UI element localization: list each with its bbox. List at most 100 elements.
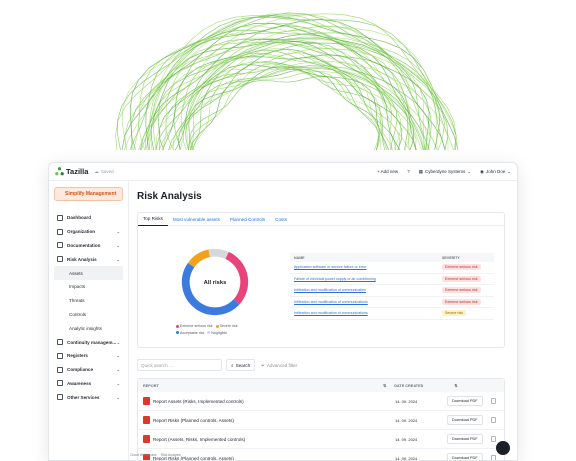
trash-icon[interactable] (490, 436, 496, 442)
risk-name-link[interactable]: Infiltration and modification of communi… (294, 288, 442, 292)
risk-name-link[interactable]: Failure of electrical power supply or ai… (294, 277, 442, 281)
sidebar-item-label: Awareness (67, 380, 92, 386)
saved-status: ☁ Saved (94, 168, 114, 175)
chart-legend: Extreme serious risk Severe risk Acceptabl… (176, 323, 266, 336)
cloud-icon: ☁ (94, 168, 99, 174)
table-row: Report (Assets, Risks, Implemented contr… (138, 430, 504, 449)
severity-badge: Severe risk (442, 310, 466, 317)
table-row: Application software or service failure … (290, 262, 494, 274)
risk-card: Top Risks Most vulnerable assets Planned C… (137, 212, 505, 348)
swirl-line (129, 15, 459, 151)
sidebar-item-risk-analysis[interactable]: Risk Analysis ⌄ (54, 252, 123, 266)
risk-name-link[interactable]: Application software or service failure … (294, 265, 442, 269)
sidebar-item-organization[interactable]: Organization ⌄ (54, 225, 123, 239)
sidebar-item-other-services[interactable]: Other Services ⌄ (54, 390, 123, 404)
nav-icon (57, 242, 63, 249)
sort-icon[interactable]: ⇅ (383, 383, 386, 388)
sidebar-item-analytic-insights[interactable]: Analytic insights (54, 321, 123, 335)
sidebar-item-assets[interactable]: Assets (54, 266, 123, 280)
legend-item: Negligible (207, 330, 227, 336)
app-window: Tazilla ☁ Saved + Add new ? ▦ Cyberdyne … (48, 162, 518, 461)
sidebar-item-threats[interactable]: Threats (54, 294, 123, 308)
sidebar-item-documentation[interactable]: Documentation ⌄ (54, 239, 123, 253)
chat-button[interactable] (496, 441, 510, 455)
top-bar: Tazilla ☁ Saved + Add new ? ▦ Cyberdyne … (49, 163, 517, 181)
report-date: 14. 09. 2024 (395, 455, 418, 461)
sidebar-nav: Dashboard Organization ⌄ Documentation ⌄ Risk… (54, 211, 123, 404)
page: Tazilla ☁ Saved + Add new ? ▦ Cyberdyne … (0, 0, 576, 461)
pdf-icon (143, 416, 150, 424)
user-icon: ◉ (480, 168, 484, 174)
report-name: Report (Assets, Risks, Implemented contr… (153, 436, 246, 442)
search-input[interactable]: Quick search ... (137, 359, 222, 371)
report-name: Report Assets (Risks, Implemented contro… (153, 398, 244, 404)
page-title: Risk Analysis (137, 191, 202, 202)
simplify-management-button[interactable]: Simplify Management (54, 187, 123, 201)
sidebar-item-label: Impacts (69, 284, 86, 290)
advanced-filter-button[interactable]: ⏷ Advanced filter (261, 363, 297, 368)
trash-icon[interactable] (490, 455, 496, 460)
sidebar-item-label: Risk Analysis (67, 256, 97, 262)
risk-name-link[interactable]: Infiltration and modification of communi… (294, 311, 442, 315)
tab-top-risks[interactable]: Top Risks (138, 213, 168, 226)
report-date: 14. 09. 2024 (395, 398, 418, 404)
sidebar-item-controls[interactable]: Controls (54, 308, 123, 322)
chevron-down-icon: ⌄ (116, 229, 120, 235)
download-pdf-button[interactable]: Download PDF (447, 415, 483, 425)
table-header: REPORT ⇅ DATE CREATED ⇅ (138, 379, 504, 392)
table-row: Infiltration and modification of communi… (290, 297, 494, 308)
sidebar-item-label: Continuity managem... (67, 339, 117, 345)
chevron-down-icon: ⌄ (116, 367, 120, 373)
chevron-down-icon: ⌄ (116, 353, 120, 359)
sidebar-item-label: Documentation (67, 242, 101, 248)
user-menu[interactable]: ◉ John Doe ⌄ (480, 169, 511, 175)
donut-slice-extreme-serious-risk[interactable] (225, 251, 249, 305)
search-icon: ⌕ (231, 362, 234, 368)
search-button[interactable]: ⌕ Search (226, 359, 256, 371)
nav-icon (57, 352, 63, 359)
sidebar-item-label: Registers (67, 353, 88, 359)
help-icon[interactable]: ? (407, 169, 410, 174)
logo[interactable]: Tazilla (55, 167, 88, 176)
swirl-line (188, 66, 389, 151)
org-switcher[interactable]: ▦ Cyberdyne Systems ⌄ (419, 169, 471, 175)
chevron-down-icon: ⌄ (116, 339, 120, 345)
swirl-line (191, 68, 382, 151)
download-pdf-button[interactable]: Download PDF (447, 434, 483, 444)
risk-name-link[interactable]: Infiltration and modification of communi… (294, 300, 442, 304)
top-risks-table: NAME SEVERITY Application software or se… (290, 253, 494, 320)
sidebar-item-impacts[interactable]: Impacts (54, 280, 123, 294)
legend-dot (176, 331, 179, 334)
donut-slice-negligible[interactable] (208, 248, 229, 260)
donut-slice-acceptable-risk[interactable] (181, 262, 240, 316)
nav-icon (57, 228, 63, 235)
sort-icon[interactable]: ⇅ (454, 383, 457, 388)
sidebar-item-compliance[interactable]: Compliance ⌄ (54, 363, 123, 377)
swirl-line (124, 25, 445, 151)
chevron-down-icon: ⌄ (507, 168, 511, 174)
legend-item: Acceptable risk (176, 330, 204, 336)
swirl-line (190, 68, 380, 151)
download-pdf-button[interactable]: Download PDF (447, 453, 483, 460)
sidebar-item-continuity-managem[interactable]: Continuity managem... ⌄ (54, 335, 123, 349)
download-pdf-button[interactable]: Download PDF (447, 396, 483, 406)
legend-dot (176, 324, 179, 328)
trash-icon[interactable] (490, 398, 496, 404)
table-row: Failure of electrical power supply or ai… (290, 274, 494, 285)
tab-costs[interactable]: Costs (270, 213, 292, 226)
sidebar-item-label: Compliance (67, 367, 94, 373)
severity-badge: Extreme serious risk (442, 287, 481, 294)
sidebar-item-dashboard[interactable]: Dashboard (54, 211, 123, 225)
sidebar-item-label: Controls (69, 311, 87, 317)
donut-slice-severe-risk[interactable] (187, 249, 211, 268)
main-content: Risk Analysis Top Risks Most vulnerable a… (137, 181, 509, 460)
legend-dot (215, 324, 219, 328)
sidebar-item-awareness[interactable]: Awareness ⌄ (54, 377, 123, 391)
sidebar-item-registers[interactable]: Registers ⌄ (54, 349, 123, 363)
reports-table: REPORT ⇅ DATE CREATED ⇅ Report Assets (R… (137, 378, 505, 461)
tab-planned-controls[interactable]: Planned Controls (225, 213, 270, 226)
tab-most-vulnerable-assets[interactable]: Most vulnerable assets (168, 213, 225, 226)
add-new-button[interactable]: + Add new (377, 169, 398, 174)
trash-icon[interactable] (490, 417, 496, 423)
legend-dot (207, 331, 211, 334)
